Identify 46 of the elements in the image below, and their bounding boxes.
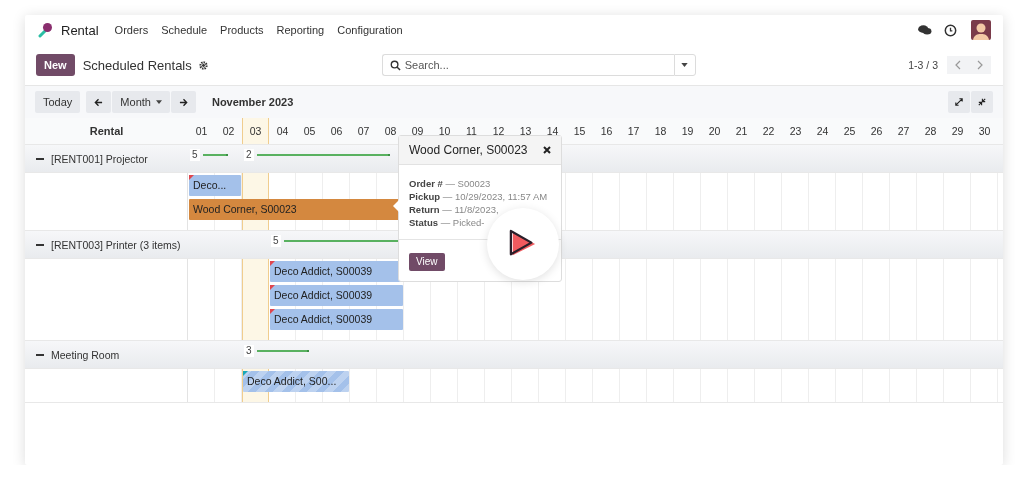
day-header: 13 bbox=[518, 124, 533, 139]
day-header: 23 bbox=[788, 124, 803, 139]
day-header: 22 bbox=[761, 124, 776, 139]
group-label: Meeting Room bbox=[51, 348, 120, 361]
count-label: 5 bbox=[190, 149, 200, 161]
day-header: 08 bbox=[383, 124, 398, 139]
day-header: 18 bbox=[653, 124, 668, 139]
day-header: 07 bbox=[356, 124, 371, 139]
group-label: [RENT001] Projector bbox=[51, 152, 148, 165]
day-header: 11 bbox=[465, 124, 478, 139]
day-header: 06 bbox=[329, 124, 344, 139]
day-header: 01 bbox=[194, 124, 209, 139]
day-header: 27 bbox=[896, 124, 911, 139]
day-header: 20 bbox=[707, 124, 722, 139]
detail-line: Order # — S00023 bbox=[409, 178, 492, 190]
page-title: Scheduled Rentals bbox=[82, 57, 192, 73]
day-header: 19 bbox=[680, 124, 695, 139]
day-header: 25 bbox=[842, 124, 857, 139]
detail-line: Return — 11/8/2023, bbox=[409, 204, 500, 216]
day-header: 04 bbox=[275, 124, 290, 139]
day-header: 26 bbox=[869, 124, 884, 139]
day-header: 03 bbox=[242, 118, 269, 144]
day-header: 12 bbox=[491, 124, 506, 139]
period-label: November 2023 bbox=[211, 96, 294, 108]
day-header: 14 bbox=[545, 124, 560, 139]
column-header: Rental bbox=[89, 125, 124, 137]
day-header: 10 bbox=[437, 124, 452, 139]
day-header: 28 bbox=[923, 124, 938, 139]
day-header: 24 bbox=[815, 124, 830, 139]
popover-title: Wood Corner, S00023 bbox=[409, 143, 528, 157]
detail-line: Pickup — 10/29/2023, 11:57 AM bbox=[409, 191, 549, 203]
day-header: 02 bbox=[221, 124, 236, 139]
day-header: 16 bbox=[599, 124, 614, 139]
pager-text: 1-3 / 3 bbox=[908, 59, 938, 71]
day-header: 29 bbox=[950, 124, 965, 139]
day-header: 15 bbox=[572, 124, 587, 139]
detail-line: Status — Picked- bbox=[409, 217, 486, 229]
group-label: [RENT003] Printer (3 items) bbox=[51, 238, 181, 251]
day-header: 17 bbox=[626, 124, 641, 139]
count-label: 2 bbox=[244, 149, 254, 161]
count-label: 5 bbox=[271, 235, 281, 247]
day-header: 21 bbox=[734, 124, 749, 139]
day-header: 30 bbox=[977, 124, 992, 139]
day-header: 05 bbox=[302, 124, 317, 139]
day-header: 09 bbox=[410, 124, 425, 139]
count-label: 3 bbox=[244, 345, 254, 357]
